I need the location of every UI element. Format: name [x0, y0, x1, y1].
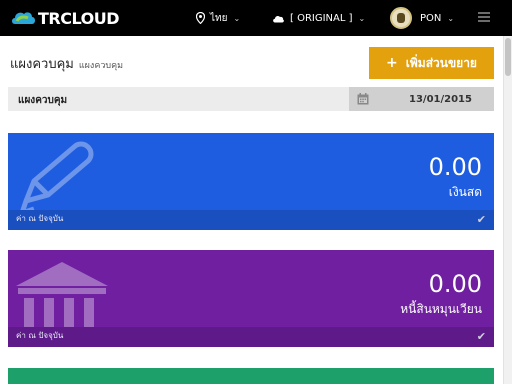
cloud-logo-icon — [12, 12, 35, 24]
liabilities-value: 0.00 — [428, 270, 482, 298]
chevron-down-icon: ⌄ — [233, 13, 241, 23]
hamburger-menu-icon[interactable] — [478, 12, 490, 22]
add-extension-button[interactable]: + เพิ่มส่วนขยาย — [369, 47, 494, 79]
calendar-icon — [357, 93, 369, 105]
check-icon: ✔ — [476, 330, 486, 343]
trcloud-logo[interactable]: TRCLOUD — [10, 6, 119, 30]
top-navbar: TRCLOUD ไทย ⌄ [ ORIGINAL ] ⌄ PON ⌄ — [0, 0, 512, 36]
version-selector[interactable]: [ ORIGINAL ] ⌄ — [272, 0, 365, 36]
avatar — [390, 7, 412, 29]
chevron-down-icon: ⌄ — [447, 13, 455, 23]
card-note: ค่า ณ ปัจจุบัน — [16, 214, 64, 223]
cash-card[interactable]: 0.00 เงินสด ค่า ณ ปัจจุบัน ✔ — [8, 133, 494, 230]
pencil-icon — [18, 141, 94, 217]
liabilities-label: หนี้สินหมุนเวียน — [400, 302, 482, 316]
page-subtitle: แผงควบคุม — [78, 61, 124, 71]
scrollbar-thumb[interactable] — [505, 38, 511, 76]
user-menu[interactable]: PON ⌄ — [390, 0, 454, 36]
current-liabilities-card[interactable]: 0.00 หนี้สินหมุนเวียน ค่า ณ ปัจจุบัน ✔ — [8, 250, 494, 347]
card-footer: ค่า ณ ปัจจุบัน ✔ — [8, 327, 494, 347]
version-label: [ ORIGINAL ] — [290, 12, 353, 24]
card-note: ค่า ณ ปัจจุบัน — [16, 331, 64, 340]
language-label: ไทย — [210, 12, 228, 24]
date-picker[interactable]: 13/01/2015 — [349, 87, 494, 111]
cash-value: 0.00 — [428, 153, 482, 181]
check-icon: ✔ — [476, 213, 486, 226]
language-selector[interactable]: ไทย ⌄ — [196, 0, 240, 36]
cloud-icon — [273, 15, 284, 22]
date-value: 13/01/2015 — [409, 93, 472, 105]
plus-icon: + — [386, 55, 398, 71]
card-footer: ค่า ณ ปัจจุบัน ✔ — [8, 210, 494, 230]
page-heading: แผงควบคุม แผงควบคุม — [10, 53, 123, 74]
user-name: PON — [420, 12, 442, 24]
chevron-down-icon: ⌄ — [358, 13, 366, 23]
next-summary-card[interactable] — [8, 368, 494, 384]
scrollbar-track[interactable] — [503, 36, 512, 384]
add-extension-label: เพิ่มส่วนขยาย — [405, 55, 477, 70]
logo-wordmark: TRCLOUD — [38, 8, 119, 28]
filter-label: แผงควบคุม — [18, 95, 68, 106]
map-pin-icon — [196, 12, 205, 24]
cash-label: เงินสด — [448, 185, 482, 199]
page-title: แผงควบคุม — [10, 57, 74, 72]
